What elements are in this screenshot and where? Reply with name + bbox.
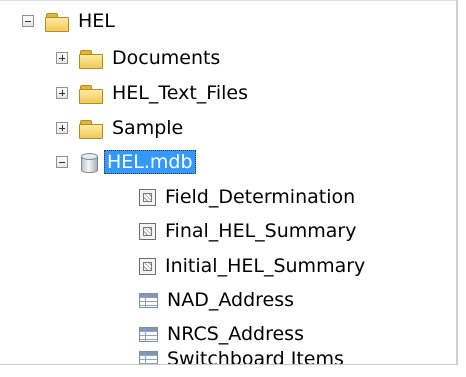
tree-node-label: HEL_Text_Files — [112, 82, 248, 104]
tree-node-final-hel-summary[interactable]: Final_HEL_Summary — [139, 216, 356, 246]
table-icon — [139, 326, 158, 342]
tree-node-label-selected: HEL.mdb — [104, 150, 196, 174]
database-icon — [79, 151, 99, 173]
tree-node-documents[interactable]: Documents — [56, 43, 220, 73]
table-icon — [139, 351, 158, 364]
tree-node-nrcs-address[interactable]: NRCS_Address — [139, 319, 304, 349]
feature-class-icon — [139, 188, 156, 206]
tree-node-label: NRCS_Address — [167, 323, 304, 345]
tree-node-label: HEL — [78, 10, 115, 32]
tree-node-label: Initial_HEL_Summary — [165, 255, 366, 277]
collapse-toggle-icon[interactable] — [56, 156, 68, 168]
folder-icon — [79, 119, 103, 139]
tree-node-label: NAD_Address — [167, 289, 295, 311]
expand-toggle-icon[interactable] — [56, 87, 68, 99]
tree-node-hel-text-files[interactable]: HEL_Text_Files — [56, 78, 248, 108]
tree-node-label: Sample — [112, 117, 184, 139]
tree-node-label: Switchboard Items — [167, 348, 344, 364]
expand-toggle-icon[interactable] — [56, 122, 68, 134]
tree-node-switchboard-items[interactable]: Switchboard Items — [139, 348, 344, 364]
folder-icon — [79, 84, 103, 104]
tree-node-field-determination[interactable]: Field_Determination — [139, 182, 355, 212]
tree-node-nad-address[interactable]: NAD_Address — [139, 285, 294, 315]
folder-icon — [79, 49, 103, 69]
tree-node-sample[interactable]: Sample — [56, 113, 183, 143]
catalog-tree-panel: HEL Documents HEL_Text_Files Sample HEL.… — [0, 0, 458, 365]
folder-icon — [45, 12, 69, 32]
feature-class-icon — [139, 257, 156, 275]
tree-node-hel-mdb[interactable]: HEL.mdb — [56, 147, 196, 177]
tree-node-initial-hel-summary[interactable]: Initial_HEL_Summary — [139, 251, 365, 281]
collapse-toggle-icon[interactable] — [22, 15, 34, 27]
tree-node-label: Documents — [112, 47, 221, 69]
table-icon — [139, 292, 158, 308]
expand-toggle-icon[interactable] — [56, 52, 68, 64]
tree-node-hel[interactable]: HEL — [22, 6, 115, 36]
feature-class-icon — [139, 222, 156, 240]
tree-node-label: Field_Determination — [165, 186, 356, 208]
tree-node-label: Final_HEL_Summary — [165, 220, 357, 242]
